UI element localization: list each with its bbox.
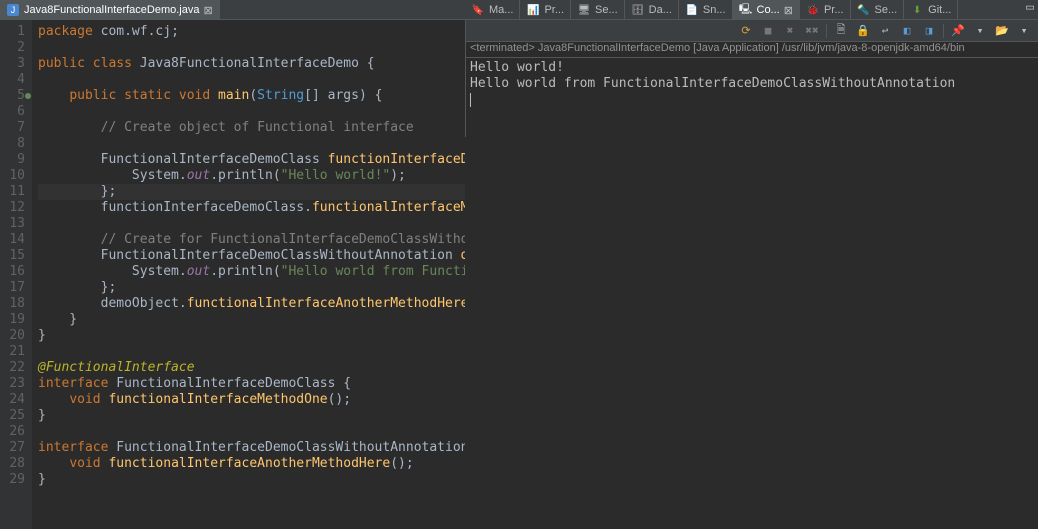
show-console-icon[interactable]: ◧ [899, 23, 915, 39]
console-icon: 🖳 [739, 3, 753, 17]
remove-all-icon[interactable]: ✖✖ [804, 23, 820, 39]
tab-git[interactable]: ⬇Git... [904, 0, 958, 20]
tab-console[interactable]: 🖳Co...⊠ [733, 0, 800, 20]
stop-icon[interactable]: ■ [760, 23, 776, 39]
display-selected-icon[interactable]: ▾ [972, 23, 988, 39]
tab-markers[interactable]: 🔖Ma... [465, 0, 520, 20]
tab-problems[interactable]: 🐞Pr... [800, 0, 851, 20]
close-icon[interactable]: ⊠ [203, 4, 212, 17]
git-icon: ⬇ [910, 3, 924, 17]
line-gutter: 1234567891011121314151617181920212223242… [0, 20, 32, 529]
console-output[interactable]: Hello world! Hello world from Functional… [466, 58, 1038, 137]
tab-snippets[interactable]: 📄Sn... [679, 0, 733, 20]
cursor [470, 93, 471, 107]
views-tabbar: 🔖Ma... 📊Pr... 🖥Se... 🗄Da... 📄Sn... 🖳Co..… [465, 0, 1038, 20]
tab-progress[interactable]: 📊Pr... [520, 0, 571, 20]
close-icon[interactable]: ⊠ [784, 4, 793, 17]
show-console-err-icon[interactable]: ◨ [921, 23, 937, 39]
tab-data[interactable]: 🗄Da... [625, 0, 679, 20]
pin-console-icon[interactable]: 📌 [950, 23, 966, 39]
markers-icon: 🔖 [471, 3, 485, 17]
open-console-icon[interactable]: 📂 [994, 23, 1010, 39]
progress-icon: 📊 [526, 3, 540, 17]
separator [826, 24, 827, 38]
scroll-lock-icon[interactable]: 🔒 [855, 23, 871, 39]
problems-icon: 🐞 [806, 3, 820, 17]
tab-servers[interactable]: 🖥Se... [571, 0, 625, 20]
svg-text:J: J [11, 5, 16, 15]
minimize-icon[interactable]: ▭ [1022, 0, 1038, 19]
clear-console-icon[interactable]: 🗎 [833, 23, 849, 39]
console-toolbar: ⟳ ■ ✖ ✖✖ 🗎 🔒 ↩ ◧ ◨ 📌 ▾ 📂 ▾ [466, 20, 1038, 42]
word-wrap-icon[interactable]: ↩ [877, 23, 893, 39]
servers-icon: 🖥 [577, 3, 591, 17]
console-status: <terminated> Java8FunctionalInterfaceDem… [466, 42, 1038, 58]
data-icon: 🗄 [631, 3, 645, 17]
tab-search[interactable]: 🔦Se... [851, 0, 905, 20]
snippets-icon: 📄 [685, 3, 699, 17]
refresh-icon[interactable]: ⟳ [738, 23, 754, 39]
editor-tab-label: Java8FunctionalInterfaceDemo.java [24, 4, 199, 16]
console-panel: ⟳ ■ ✖ ✖✖ 🗎 🔒 ↩ ◧ ◨ 📌 ▾ 📂 ▾ <terminated> … [465, 20, 1038, 137]
search-icon: 🔦 [857, 3, 871, 17]
java-file-icon: J [6, 3, 20, 17]
code-editor[interactable]: 1234567891011121314151617181920212223242… [0, 20, 465, 529]
separator [943, 24, 944, 38]
open-console-menu-icon[interactable]: ▾ [1016, 23, 1032, 39]
editor-tabbar: J Java8FunctionalInterfaceDemo.java ⊠ [0, 0, 465, 20]
code-area[interactable]: package com.wf.cj; public class Java8Fun… [32, 20, 465, 529]
tab-editor-file[interactable]: J Java8FunctionalInterfaceDemo.java ⊠ [0, 0, 220, 20]
remove-launch-icon[interactable]: ✖ [782, 23, 798, 39]
